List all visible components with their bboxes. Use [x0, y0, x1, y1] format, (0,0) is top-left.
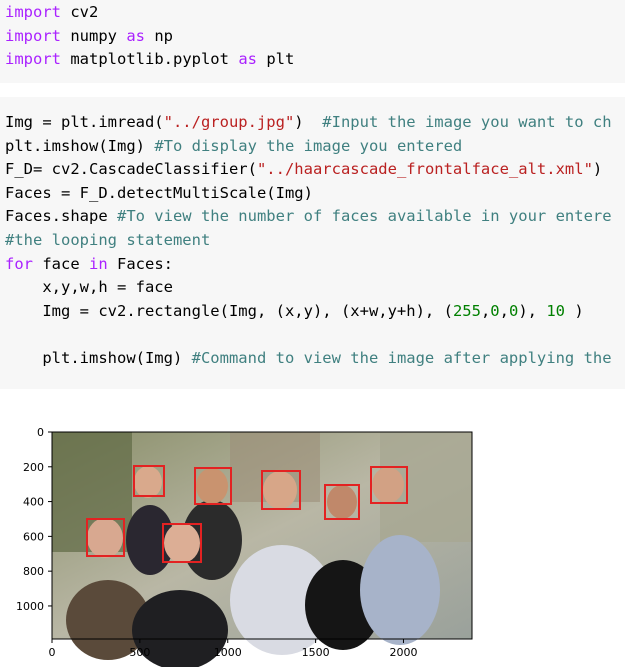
code-token: plt [256, 50, 295, 69]
code-token: , [480, 301, 491, 320]
x-tick-label: 1000 [214, 646, 242, 659]
code-token: #Command to view the image after applyin… [191, 349, 612, 367]
code-line: x,y,w,h = face [5, 276, 173, 298]
code-token: 0 [490, 301, 500, 320]
code-token: as [126, 26, 145, 45]
code-token: "../group.jpg" [163, 113, 295, 131]
code-token: F_D= cv2.CascadeClassifier( [5, 160, 257, 179]
x-tick-label: 2000 [389, 646, 417, 659]
y-tick-label: 400 [23, 496, 44, 509]
code-token: ), [518, 301, 547, 320]
code-token: matplotlib.pyplot [61, 50, 239, 69]
code-token: face [33, 254, 89, 273]
code-token: #To display the image you entered [154, 136, 463, 155]
code-token: np [145, 26, 173, 45]
x-tick-label: 0 [49, 646, 56, 659]
code-line: import matplotlib.pyplot as plt [5, 48, 294, 70]
code-token: 0 [508, 301, 519, 320]
y-tick-label: 200 [23, 461, 44, 474]
code-token: "../haarcascade_frontalface_alt.xml" [256, 160, 593, 179]
code-line: plt.imshow(Img) #To display the image yo… [5, 135, 462, 157]
code-line: plt.imshow(Img) #Command to view the ima… [5, 347, 612, 369]
code-token: import [5, 26, 61, 45]
x-tick-label: 500 [129, 646, 150, 659]
code-line: Faces = F_D.detectMultiScale(Img) [5, 182, 313, 204]
x-tick-label: 1500 [302, 646, 330, 659]
code-line: import numpy as np [5, 25, 173, 47]
code-token: import [5, 3, 61, 21]
code-cell-imports[interactable]: import cv2 import numpy as np import matpl… [0, 0, 625, 83]
code-token: plt.imshow(Img) [5, 349, 192, 367]
code-token: ) [592, 160, 603, 179]
code-token: cv2 [61, 3, 99, 21]
code-token: Faces = F_D.detectMultiScale(Img) [5, 183, 313, 202]
y-axis: 0 200 400 600 800 1000 [16, 426, 52, 613]
code-token: for [5, 254, 33, 273]
y-tick-label: 0 [37, 426, 44, 439]
code-line: Img = plt.imread("../group.jpg") #Input … [5, 111, 612, 133]
code-token: Img = plt.imread( [5, 113, 164, 131]
code-line: for face in Faces: [5, 253, 173, 275]
code-token: Img = cv2.rectangle(Img, (x,y), (x+w,y+h… [5, 301, 453, 320]
output-image-plot: 0 200 400 600 800 1000 0 500 1000 1500 2000 [16, 426, 473, 667]
photo-area [52, 432, 472, 667]
code-token: import [5, 50, 61, 69]
code-token: 255 [452, 301, 481, 320]
code-token: 10 [546, 301, 565, 320]
code-token: #Input the image you want to ch [322, 113, 612, 131]
code-token: ) [564, 301, 584, 320]
code-token: numpy [61, 26, 127, 45]
code-token: #the looping statement [5, 231, 211, 249]
code-token: Faces.shape [5, 207, 117, 226]
code-line: Faces.shape #To view the number of faces… [5, 205, 612, 227]
y-tick-label: 800 [23, 565, 44, 578]
code-line: Img = cv2.rectangle(Img, (x,y), (x+w,y+h… [5, 300, 584, 322]
code-cell-face-detection[interactable]: Img = plt.imread("../group.jpg") #Input … [0, 97, 625, 389]
code-token: x,y,w,h = face [5, 278, 173, 297]
y-tick-label: 600 [23, 530, 44, 543]
y-tick-label: 1000 [16, 600, 44, 613]
code-token: Faces: [107, 254, 173, 273]
code-token: plt.imshow(Img) [5, 136, 155, 155]
code-token: #To view the number of faces available i… [116, 207, 612, 226]
code-token: , [499, 301, 509, 320]
code-line: #the looping statement [5, 229, 210, 251]
code-line: F_D= cv2.CascadeClassifier("../haarcasca… [5, 158, 602, 180]
code-token: in [89, 254, 108, 273]
code-token: ) [294, 113, 323, 131]
code-token: as [238, 50, 257, 69]
code-line: import cv2 [5, 1, 98, 23]
